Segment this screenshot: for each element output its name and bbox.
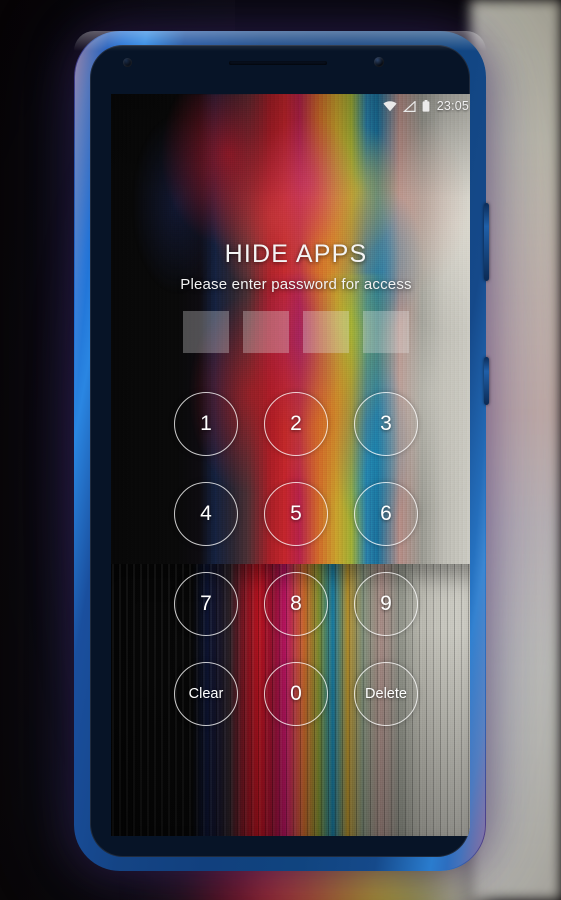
page-title: HIDE APPS <box>224 240 368 268</box>
password-char-box <box>303 311 349 353</box>
top-bezel-sensor-area <box>90 45 470 80</box>
password-char-box <box>183 311 229 353</box>
key-9[interactable]: 9 <box>354 572 418 636</box>
earpiece-speaker <box>229 61 327 65</box>
key-2[interactable]: 2 <box>264 392 328 456</box>
key-5[interactable]: 5 <box>264 482 328 546</box>
pin-keypad: 1 2 3 4 5 6 7 8 9 Clear 0 Delete <box>111 392 470 726</box>
key-1[interactable]: 1 <box>174 392 238 456</box>
key-0[interactable]: 0 <box>264 662 328 726</box>
key-7[interactable]: 7 <box>174 572 238 636</box>
volume-rocker-button[interactable] <box>484 203 489 281</box>
ambient-sensor-icon <box>123 58 132 67</box>
power-button[interactable] <box>484 357 489 405</box>
lockscreen-content: HIDE APPS Please enter password for acce… <box>111 94 470 836</box>
key-3[interactable]: 3 <box>354 392 418 456</box>
key-8[interactable]: 8 <box>264 572 328 636</box>
front-camera-icon <box>374 57 384 67</box>
password-char-box <box>363 311 409 353</box>
phone-bezel: 23:05 HIDE APPS Please enter password fo… <box>90 45 470 857</box>
phone-screen: 23:05 HIDE APPS Please enter password fo… <box>111 94 470 836</box>
key-6[interactable]: 6 <box>354 482 418 546</box>
password-field[interactable] <box>111 311 470 353</box>
password-char-box <box>243 311 289 353</box>
key-delete[interactable]: Delete <box>354 662 418 726</box>
key-clear[interactable]: Clear <box>174 662 238 726</box>
page-subtitle: Please enter password for access <box>180 276 412 293</box>
key-4[interactable]: 4 <box>174 482 238 546</box>
phone-device: 23:05 HIDE APPS Please enter password fo… <box>74 31 489 871</box>
